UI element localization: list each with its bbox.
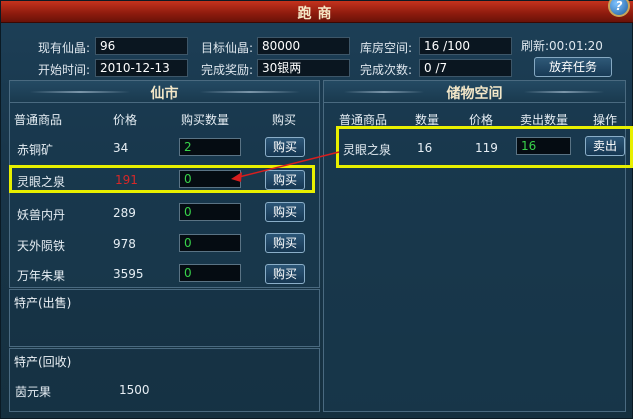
arrow-head-icon xyxy=(231,172,242,182)
arrow-line xyxy=(234,151,340,179)
trade-window: 跑商 ? 现有仙晶: 96 目标仙晶: 80000 库房空间: 16 /100 … xyxy=(0,0,633,419)
arrow-annotation xyxy=(231,151,340,182)
